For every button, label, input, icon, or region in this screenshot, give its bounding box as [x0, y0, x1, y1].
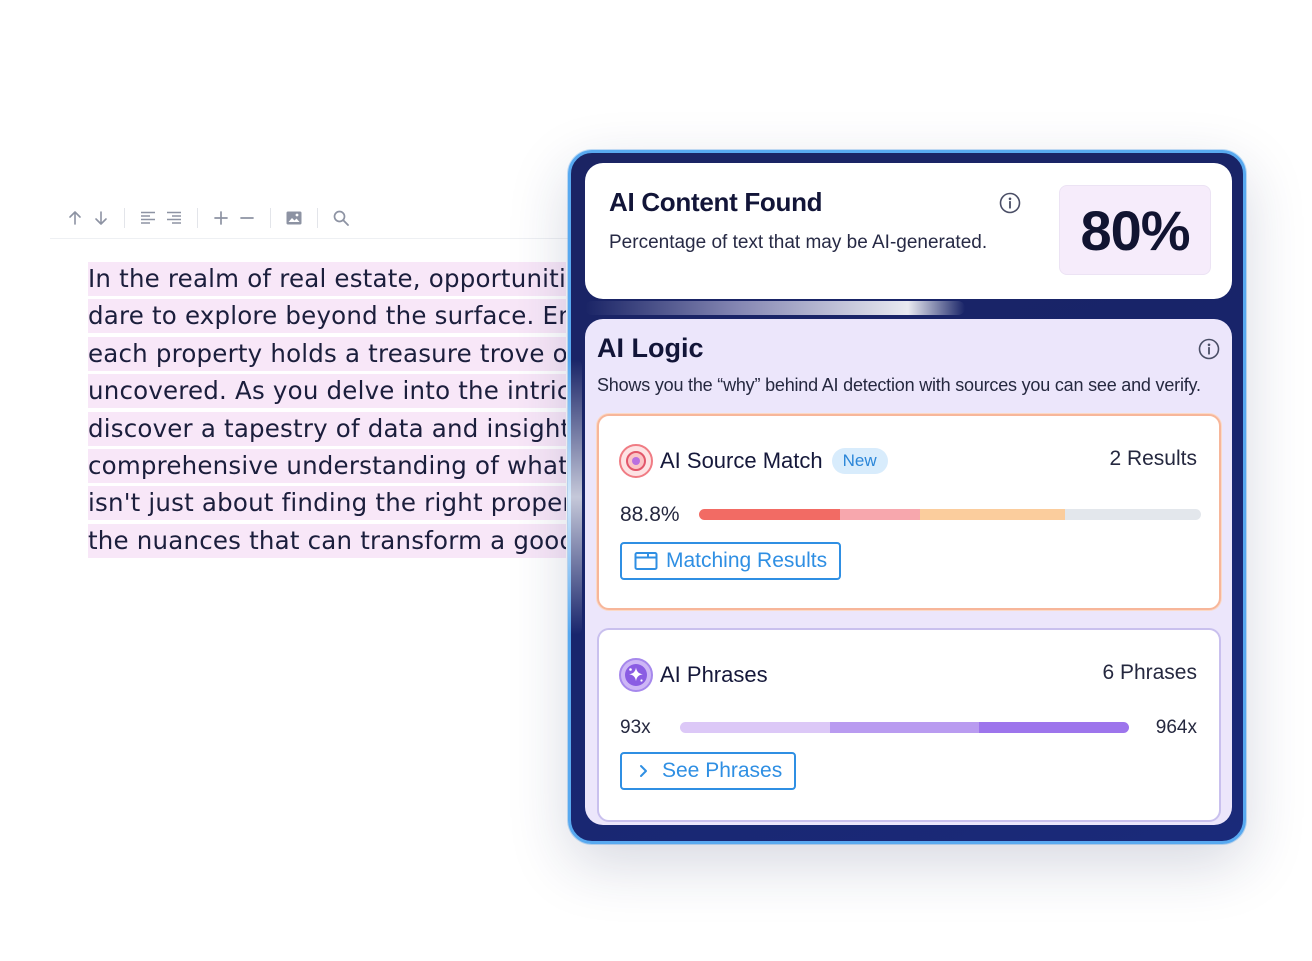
source-match-bar [699, 509, 1201, 520]
ai-source-match-card: AI Source Match New 2 Results 88.8% Matc… [597, 414, 1221, 610]
info-icon[interactable] [1198, 338, 1220, 360]
toolbar-divider-line [50, 238, 590, 239]
ai-phrases-title: AI Phrases [660, 662, 768, 687]
toolbar-divider [317, 208, 318, 228]
phrases-min-label: 93x [620, 717, 651, 738]
bar-segment [699, 509, 840, 520]
image-icon[interactable] [281, 206, 307, 230]
toolbar-divider [197, 208, 198, 228]
window-icon [634, 552, 658, 570]
bar-segment [979, 722, 1129, 733]
toolbar-divider [270, 208, 271, 228]
bar-segment [829, 722, 980, 733]
text-line: dare to explore beyond the surface. Em [88, 299, 566, 334]
text-line: discover a tapestry of data and insights [88, 411, 566, 446]
phrases-max-label: 964x [1155, 717, 1197, 738]
minus-icon[interactable] [234, 206, 260, 230]
highlighted-paragraph: In the realm of real estate, opportuniti… [88, 260, 566, 559]
bar-segment [919, 509, 1066, 520]
align-right-icon[interactable] [161, 206, 187, 230]
ai-logic-subtitle: Shows you the “why” behind AI detection … [597, 375, 1201, 395]
editor-toolbar [62, 206, 354, 230]
see-phrases-label: See Phrases [662, 759, 783, 782]
new-badge: New [831, 448, 888, 474]
plus-icon[interactable] [208, 206, 234, 230]
sparkle-icon [619, 658, 653, 692]
arrow-down-icon[interactable] [88, 206, 114, 230]
ai-logic-title: AI Logic [597, 333, 704, 363]
ai-percentage: 80% [1059, 185, 1211, 275]
chevron-right-icon [640, 765, 647, 777]
source-match-icon [619, 444, 653, 478]
ai-phrases-count: 6 Phrases [1102, 661, 1197, 684]
text-line: the nuances that can transform a good [88, 523, 566, 558]
matching-results-label: Matching Results [666, 549, 828, 572]
document-editor: In the realm of real estate, opportuniti… [50, 190, 610, 610]
bar-segment [680, 722, 830, 733]
bar-segment [1065, 509, 1201, 520]
text-line: uncovered. As you delve into the intrica [88, 374, 566, 409]
arrow-up-icon[interactable] [62, 206, 88, 230]
glow-divider [585, 301, 965, 315]
text-line: isn't just about finding the right prope… [88, 486, 566, 521]
phrases-frequency-bar [680, 722, 1129, 733]
ai-content-card: AI Content Found Percentage of text that… [585, 163, 1232, 299]
ai-phrases-card: AI Phrases 6 Phrases 93x 964x See Phrase… [597, 628, 1221, 822]
source-match-count: 2 Results [1109, 447, 1197, 470]
text-line: each property holds a treasure trove of [88, 336, 566, 371]
ai-content-subtitle: Percentage of text that may be AI-genera… [609, 232, 988, 253]
info-icon[interactable] [999, 192, 1021, 214]
source-match-title: AI Source Match [660, 448, 823, 473]
align-left-icon[interactable] [135, 206, 161, 230]
source-match-score: 88.8% [620, 503, 680, 526]
text-line: comprehensive understanding of what [88, 448, 566, 483]
ai-content-title: AI Content Found [609, 187, 823, 217]
toolbar-divider [124, 208, 125, 228]
search-icon[interactable] [328, 206, 354, 230]
text-line: In the realm of real estate, opportuniti… [88, 262, 566, 296]
ai-logic-section: AI Logic Shows you the “why” behind AI d… [585, 319, 1232, 825]
matching-results-button[interactable]: Matching Results [620, 542, 842, 580]
ai-detection-panel: AI Content Found Percentage of text that… [568, 150, 1246, 844]
bar-segment [839, 509, 920, 520]
see-phrases-button[interactable]: See Phrases [620, 752, 797, 790]
